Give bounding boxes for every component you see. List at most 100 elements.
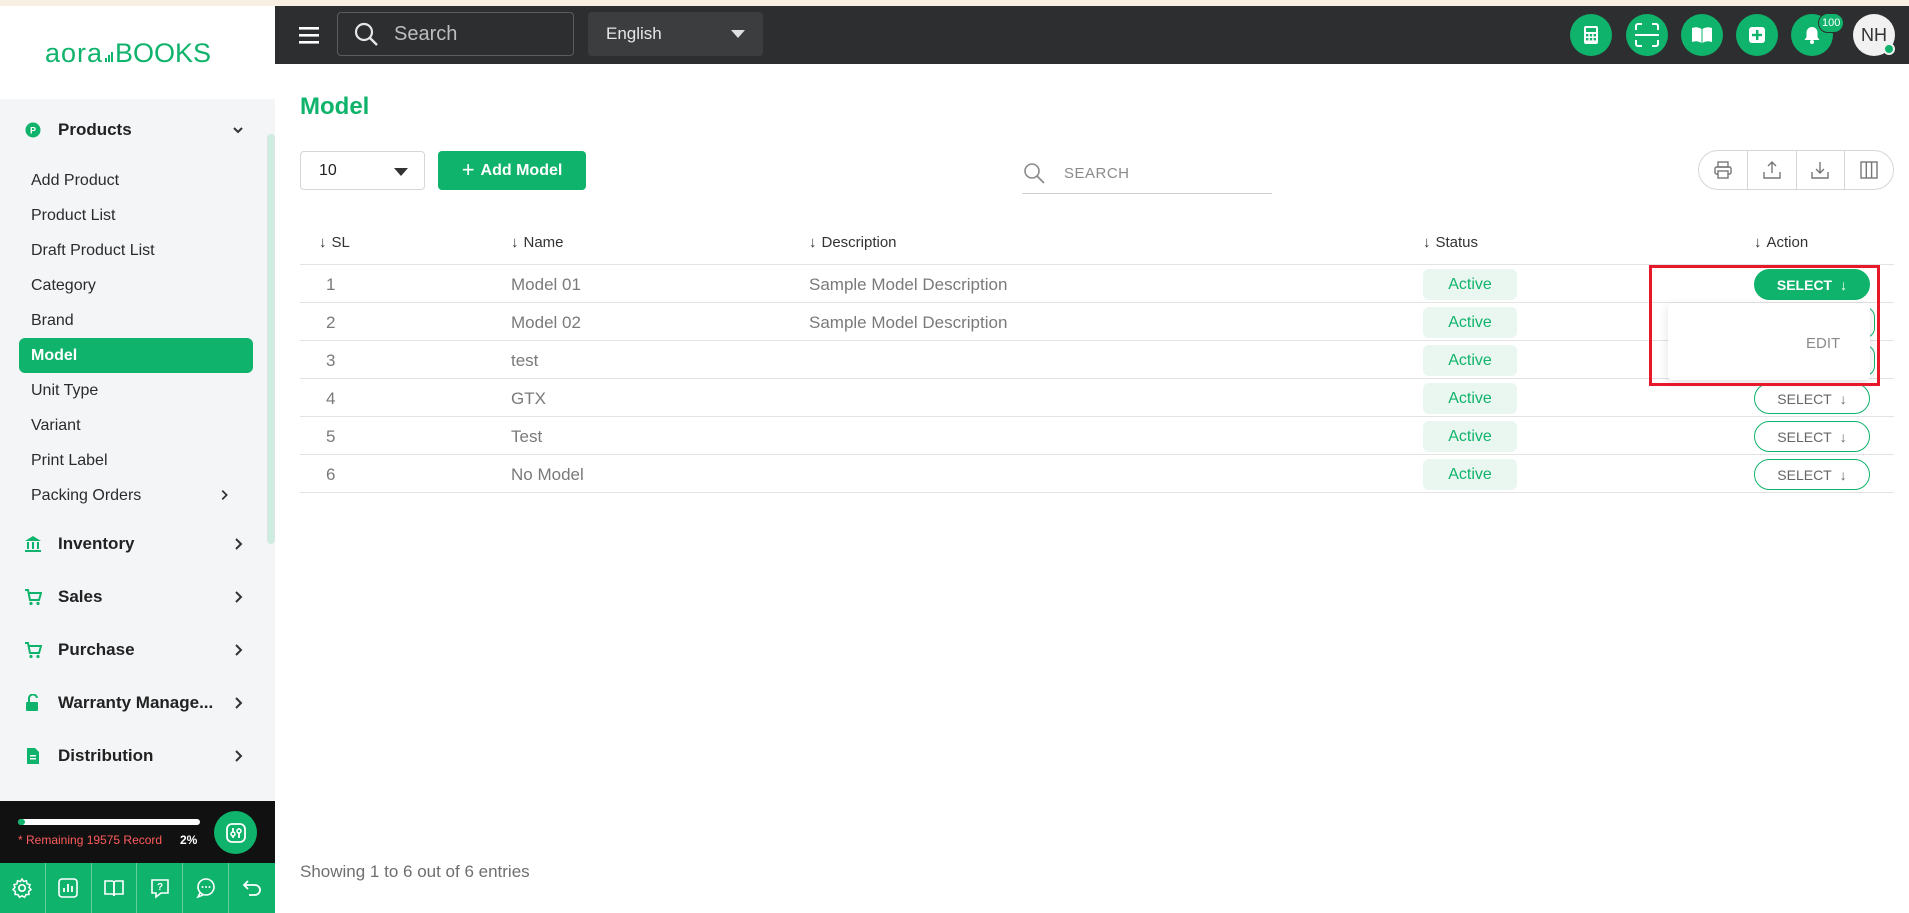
sidebar-item-label: Print Label: [31, 451, 108, 469]
menu-toggle-button[interactable]: [297, 24, 321, 46]
status-badge: Active: [1423, 421, 1517, 452]
plus-square-icon: [1749, 27, 1765, 43]
help-button[interactable]: ?: [137, 863, 184, 913]
remaining-records-text: * Remaining 19575 Record: [18, 833, 163, 847]
undo-icon: [242, 880, 261, 896]
export-button[interactable]: [1748, 151, 1797, 189]
cell-name: test: [511, 351, 539, 370]
svg-text:aora: aora: [45, 38, 103, 68]
sidebar-section-label: Inventory: [58, 534, 135, 553]
sidebar-bottom-toolbar: ?: [0, 863, 275, 913]
sidebar-item-label: Brand: [31, 311, 74, 329]
svg-text:P: P: [30, 126, 36, 136]
chevron-right-icon: [221, 490, 228, 500]
sidebar-nav: P Products Add Product Product List Draf…: [0, 99, 275, 801]
global-search-placeholder: Search: [394, 22, 458, 45]
global-search-input[interactable]: Search: [337, 12, 574, 56]
sidebar-item-label: Unit Type: [31, 381, 99, 399]
sidebar-item-product-list[interactable]: Product List: [19, 198, 253, 233]
chevron-right-icon: [235, 750, 243, 762]
aorabooks-logo-icon: aora BOOKS: [45, 38, 211, 68]
columns-button[interactable]: [1845, 151, 1893, 189]
arrow-down-icon: ↓: [1839, 466, 1847, 483]
back-button[interactable]: [229, 863, 275, 913]
cell-description: Sample Model Description: [809, 313, 1008, 332]
cell-name: GTX: [511, 389, 546, 408]
sidebar-item-label: Add Product: [31, 171, 120, 189]
open-book-icon: [1692, 27, 1712, 43]
select-action-button[interactable]: SELECT ↓: [1754, 383, 1870, 414]
sidebar-section-distribution[interactable]: Distribution: [0, 735, 262, 777]
scan-button[interactable]: [1626, 14, 1668, 56]
sidebar-item-draft-product-list[interactable]: Draft Product List: [19, 233, 253, 268]
cell-name: Model 02: [511, 313, 581, 332]
column-header-name[interactable]: ↓ Name: [511, 234, 564, 251]
upgrade-button[interactable]: [214, 811, 257, 854]
sidebar-item-label: Model: [31, 346, 78, 364]
sort-arrow-down-icon: ↓: [809, 234, 817, 251]
column-header-status[interactable]: ↓ Status: [1423, 234, 1478, 251]
sidebar-item-label: Packing Orders: [31, 486, 142, 504]
caret-down-icon: [394, 168, 408, 176]
sidebar-item-label: Variant: [31, 416, 81, 434]
add-model-button[interactable]: + Add Model: [438, 151, 586, 190]
sidebar-item-add-product[interactable]: Add Product: [19, 163, 253, 198]
usage-progress-bar: [18, 819, 200, 825]
column-header-label: Action: [1766, 234, 1809, 251]
highlight-box: [1649, 265, 1880, 386]
sidebar-section-purchase[interactable]: Purchase: [0, 629, 262, 671]
guide-button[interactable]: [92, 863, 138, 913]
sidebar-item-unit-type[interactable]: Unit Type: [19, 373, 253, 408]
plus-icon: +: [461, 156, 475, 182]
app-logo[interactable]: aora BOOKS: [0, 6, 275, 99]
sidebar: aora BOOKS P Products Add Product Produc…: [0, 6, 275, 913]
svg-text:BOOKS: BOOKS: [115, 38, 211, 68]
sidebar-item-category[interactable]: Category: [19, 268, 253, 303]
sidebar-item-packing-orders[interactable]: Packing Orders: [19, 478, 253, 513]
sidebar-section-warranty[interactable]: Warranty Manage...: [0, 682, 262, 724]
calculator-button[interactable]: [1570, 14, 1612, 56]
sidebar-section-sales[interactable]: Sales: [0, 576, 262, 618]
sidebar-item-variant[interactable]: Variant: [19, 408, 253, 443]
table-search-input[interactable]: SEARCH: [1022, 153, 1272, 194]
print-button[interactable]: [1699, 151, 1748, 189]
page-size-select[interactable]: 10: [300, 151, 425, 190]
cell-sl: 3: [326, 351, 336, 370]
column-header-label: Name: [523, 234, 564, 251]
notification-count-badge: 100: [1818, 13, 1845, 33]
unlock-icon: [24, 694, 42, 712]
bar-chart-icon: [58, 878, 78, 898]
quick-add-button[interactable]: [1736, 14, 1778, 56]
sidebar-section-inventory[interactable]: Inventory: [0, 523, 262, 565]
table-tools-group: [1698, 150, 1894, 190]
settings-button[interactable]: [0, 863, 46, 913]
chat-button[interactable]: [183, 863, 229, 913]
cell-name: Test: [511, 427, 543, 446]
sort-arrow-down-icon: ↓: [1423, 234, 1431, 251]
column-header-description[interactable]: ↓ Description: [809, 234, 897, 251]
sidebar-item-model[interactable]: Model: [19, 338, 253, 373]
usage-panel: * Remaining 19575 Record 2%: [0, 801, 275, 863]
select-action-label: SELECT: [1777, 390, 1832, 407]
cell-sl: 1: [326, 275, 336, 294]
scrollbar-thumb[interactable]: [268, 134, 274, 544]
sidebar-item-print-label[interactable]: Print Label: [19, 443, 253, 478]
cell-description: Sample Model Description: [809, 275, 1008, 294]
sidebar-item-brand[interactable]: Brand: [19, 303, 253, 338]
reports-button[interactable]: [46, 863, 92, 913]
table-row: 6 No Model Active SELECT ↓: [300, 455, 1894, 493]
status-badge: Active: [1423, 269, 1517, 300]
svg-text:?: ?: [157, 882, 163, 893]
language-select[interactable]: English: [588, 12, 763, 56]
sliders-icon: [225, 822, 246, 843]
column-header-action[interactable]: ↓ Action: [1754, 234, 1808, 251]
select-action-button[interactable]: SELECT ↓: [1754, 459, 1870, 490]
column-header-sl[interactable]: ↓ SL: [319, 234, 350, 251]
sidebar-section-products[interactable]: P Products: [0, 109, 262, 151]
select-action-button[interactable]: SELECT ↓: [1754, 421, 1870, 452]
document-icon: [24, 747, 42, 765]
catalog-button[interactable]: [1681, 14, 1723, 56]
sidebar-scrollbar[interactable]: [267, 134, 275, 544]
sidebar-section-label: Distribution: [58, 746, 154, 765]
download-button[interactable]: [1797, 151, 1846, 189]
